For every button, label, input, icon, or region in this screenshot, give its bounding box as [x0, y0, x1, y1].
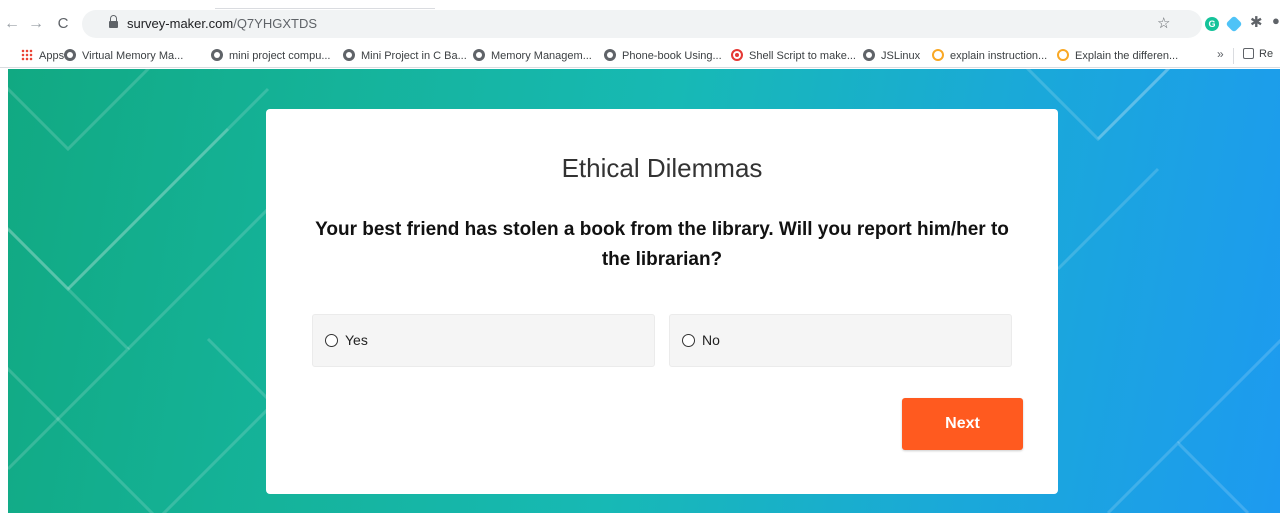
forward-arrow-icon[interactable]: →	[28, 14, 44, 34]
bookmark-item[interactable]: Memory Managem...	[473, 48, 592, 64]
bookmark-item[interactable]: Explain the differen...	[1057, 48, 1178, 64]
bookmark-label: Shell Script to make...	[749, 50, 856, 62]
survey-title: Ethical Dilemmas	[561, 153, 763, 183]
survey-page-background: Ethical Dilemmas Your best friend has st…	[8, 69, 1280, 513]
bookmark-label: explain instruction...	[950, 50, 1048, 62]
target-icon	[731, 49, 743, 61]
bookmark-star-icon[interactable]: ☆	[1157, 14, 1170, 32]
bookmark-label: mini project compu...	[229, 50, 331, 62]
bookmark-label: Phone-book Using...	[622, 50, 722, 62]
grammarly-extension-icon[interactable]: G	[1205, 17, 1219, 31]
active-tab-edge	[215, 8, 435, 9]
bookmark-label: Mini Project in C Ba...	[361, 50, 467, 62]
survey-card: Ethical Dilemmas Your best friend has st…	[266, 109, 1058, 494]
bookmark-label: JSLinux	[881, 50, 921, 62]
next-button[interactable]: Next	[902, 398, 1023, 450]
globe-icon	[604, 49, 616, 61]
bookmark-label: Memory Managem...	[491, 50, 592, 62]
bookmark-apps[interactable]: Apps	[21, 48, 64, 64]
bookmark-label: Explain the differen...	[1075, 50, 1179, 62]
bookmarks-divider	[1233, 48, 1234, 64]
option-yes[interactable]: Yes	[312, 314, 655, 367]
globe-icon	[863, 49, 875, 61]
tab-strip	[0, 0, 1280, 10]
back-arrow-icon[interactable]: ←	[4, 14, 20, 34]
bookmark-item[interactable]: Shell Script to make...	[731, 48, 856, 64]
quora-icon	[1057, 49, 1069, 61]
radio-yes[interactable]	[325, 334, 338, 347]
reading-list-button[interactable]: Re	[1243, 48, 1273, 60]
globe-icon	[343, 49, 355, 61]
option-no[interactable]: No	[669, 314, 1012, 367]
apps-grid-icon	[21, 49, 33, 61]
bookmarks-bar: Apps Virtual Memory Ma... mini project c…	[0, 44, 1280, 68]
url-domain: survey-maker.com	[127, 16, 234, 31]
bookmark-item[interactable]: Mini Project in C Ba...	[343, 48, 467, 64]
reading-list-icon	[1243, 48, 1254, 59]
globe-icon	[211, 49, 223, 61]
globe-icon	[64, 49, 76, 61]
extension-diamond-icon[interactable]	[1225, 15, 1243, 33]
bookmark-label: Virtual Memory Ma...	[82, 50, 184, 62]
bookmark-item[interactable]: mini project compu...	[211, 48, 330, 64]
reload-icon[interactable]: C	[55, 14, 71, 34]
reading-list-label: Re	[1259, 48, 1274, 60]
bookmark-item[interactable]: Phone-book Using...	[604, 48, 722, 64]
bookmark-item[interactable]: JSLinux	[863, 48, 920, 64]
lock-icon[interactable]	[109, 15, 118, 28]
address-bar[interactable]: survey-maker.com/Q7YHGXTDS ☆	[82, 10, 1202, 38]
option-label: Yes	[345, 332, 368, 348]
bookmark-item[interactable]: explain instruction...	[932, 48, 1047, 64]
bookmark-label: Apps	[39, 50, 65, 62]
browser-toolbar: ← → C survey-maker.com/Q7YHGXTDS ☆ G ✱ ●	[0, 0, 1280, 44]
url-path: /Q7YHGXTDS	[233, 16, 317, 31]
question-text: Your best friend has stolen a book from …	[315, 219, 1009, 270]
bookmarks-overflow-button[interactable]: »	[1217, 47, 1224, 61]
radio-no[interactable]	[682, 334, 695, 347]
quora-icon	[932, 49, 944, 61]
option-label: No	[702, 332, 720, 348]
bookmark-item[interactable]: Virtual Memory Ma...	[64, 48, 183, 64]
profile-icon[interactable]: ●	[1272, 13, 1280, 27]
globe-icon	[473, 49, 485, 61]
extensions-puzzle-icon[interactable]: ✱	[1250, 13, 1264, 31]
url-text[interactable]: survey-maker.com/Q7YHGXTDS	[127, 16, 317, 31]
